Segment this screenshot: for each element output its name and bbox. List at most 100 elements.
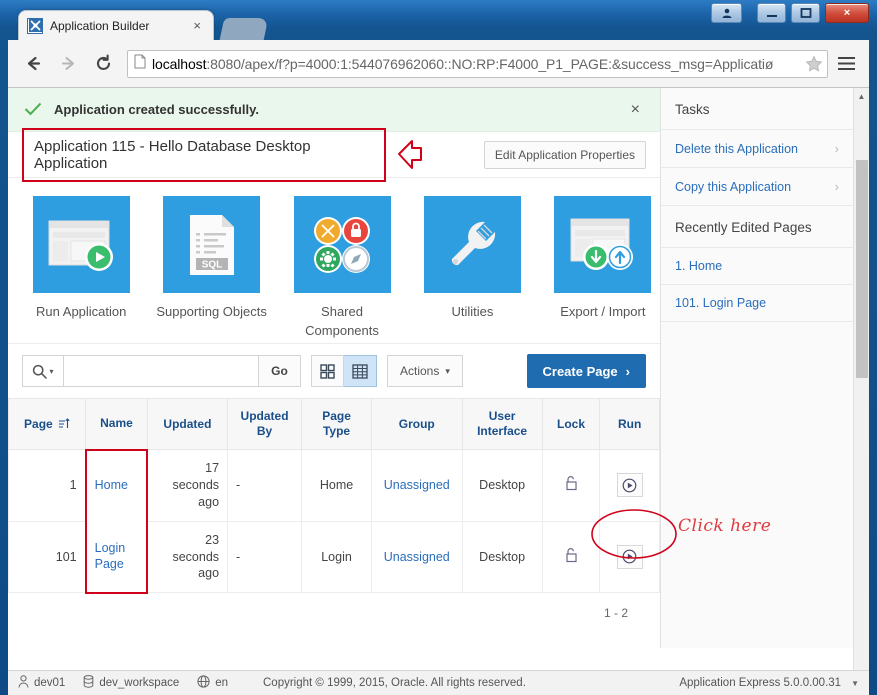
url-path: :8080/apex/f?p=4000:1:544076962060::NO:R…	[206, 55, 774, 72]
column-header-updated-by[interactable]: Updated By	[227, 398, 303, 450]
tile-run-application[interactable]: Run Application	[24, 196, 138, 333]
tile-export-import[interactable]: Export / Import	[546, 196, 660, 333]
status-footer: dev01 dev_workspace en Copyright © 1999,…	[8, 670, 869, 695]
view-toggle-group	[311, 355, 377, 387]
unlocked-padlock-icon[interactable]	[564, 547, 578, 566]
cell-lock	[541, 449, 601, 522]
column-header-user-interface[interactable]: User Interface	[461, 398, 543, 450]
footer-workspace-label: dev_workspace	[99, 677, 180, 689]
browser-navigation-bar: localhost:8080/apex/f?p=4000:1:544076962…	[8, 40, 869, 88]
report-view-button[interactable]	[344, 355, 377, 387]
page-document-icon	[134, 54, 146, 74]
sidebar-item-recent-home[interactable]: 1. Home	[661, 248, 853, 285]
column-header-run[interactable]: Run	[599, 398, 660, 450]
tasks-sidebar: Tasks Delete this Application › Copy thi…	[661, 88, 853, 648]
page-scrollbar[interactable]: ▲	[853, 88, 869, 670]
create-page-button[interactable]: Create Page ›	[526, 354, 646, 388]
cell-group: Unassigned	[371, 449, 463, 522]
tile-label: Export / Import	[560, 304, 646, 319]
footer-user: dev01	[18, 675, 65, 691]
cell-page-type: Login	[301, 520, 372, 594]
scrollbar-thumb[interactable]	[856, 160, 868, 378]
scroll-up-arrow-icon[interactable]: ▲	[854, 88, 869, 104]
cell-updated: 17 seconds ago	[146, 449, 229, 522]
column-header-group[interactable]: Group	[371, 398, 463, 450]
page-link-login-page[interactable]: Login Page	[95, 541, 126, 572]
column-header-page-type[interactable]: Page Type	[301, 398, 372, 450]
success-message: Application created successfully.	[54, 102, 259, 117]
table-row: 101 Login Page 23 seconds ago - Login Un…	[8, 520, 660, 594]
footer-language: en	[197, 675, 228, 691]
group-link[interactable]: Unassigned	[384, 478, 450, 492]
sidebar-item-delete-application[interactable]: Delete this Application ›	[661, 130, 853, 168]
unlocked-padlock-icon[interactable]	[564, 475, 578, 494]
reload-icon[interactable]	[88, 49, 118, 79]
browser-menu-icon[interactable]	[833, 49, 859, 79]
sidebar-item-copy-application[interactable]: Copy this Application ›	[661, 168, 853, 206]
sidebar-item-recent-login-page[interactable]: 101. Login Page	[661, 285, 853, 322]
column-header-name[interactable]: Name	[85, 398, 148, 450]
check-icon	[24, 100, 42, 120]
cell-user-interface: Desktop	[461, 449, 543, 522]
url-text: localhost:8080/apex/f?p=4000:1:544076962…	[152, 56, 821, 72]
tile-label: Shared Components	[305, 304, 379, 338]
click-here-annotation: Click here	[678, 516, 772, 536]
column-header-lock[interactable]: Lock	[541, 398, 601, 450]
database-icon	[83, 675, 94, 691]
new-tab-button[interactable]	[219, 18, 269, 40]
apex-logo-icon	[27, 17, 43, 34]
sidebar-item-label: 101. Login Page	[675, 296, 767, 310]
banner-close-icon[interactable]: ×	[627, 101, 644, 119]
run-page-button[interactable]	[616, 544, 643, 569]
tile-shared-components[interactable]: Shared Components	[285, 196, 399, 338]
back-icon[interactable]	[18, 49, 48, 79]
cell-lock	[541, 520, 601, 594]
edit-application-properties-button[interactable]: Edit Application Properties	[483, 141, 646, 169]
sidebar-item-label: 1. Home	[675, 259, 723, 273]
table-header-row: Page Name Updated Updated By Page Type G…	[8, 398, 660, 450]
tile-utilities[interactable]: Utilities	[415, 196, 529, 333]
tile-supporting-objects[interactable]: SQL Supporting Objects	[154, 196, 268, 333]
report-toolbar: ▾ Go Actions ▾ Create Page ›	[8, 344, 660, 398]
forward-icon	[53, 49, 83, 79]
footer-workspace: dev_workspace	[83, 675, 179, 691]
sql-document-icon: SQL	[163, 196, 261, 293]
tile-label: Supporting Objects	[156, 304, 267, 319]
tile-label: Utilities	[451, 304, 494, 319]
page-link-home[interactable]: Home	[95, 478, 128, 492]
page-viewport: Application created successfully. × Appl…	[8, 88, 869, 670]
footer-dropdown-icon[interactable]: ▼	[851, 679, 859, 688]
application-tiles: Run Application SQL Supporting Objects S…	[8, 178, 660, 344]
user-icon	[18, 675, 29, 691]
globe-icon	[197, 675, 210, 691]
column-header-page[interactable]: Page	[8, 398, 87, 450]
cell-name: Login Page	[84, 521, 149, 594]
bookmark-star-icon[interactable]	[805, 54, 823, 78]
cell-run	[599, 449, 660, 522]
url-bar[interactable]: localhost:8080/apex/f?p=4000:1:544076962…	[127, 49, 828, 78]
go-button[interactable]: Go	[259, 355, 301, 387]
search-icon[interactable]: ▾	[22, 355, 63, 387]
cell-page: 1	[8, 449, 87, 522]
search-input[interactable]	[63, 355, 259, 387]
tab-close-icon[interactable]: ×	[189, 18, 205, 33]
browser-tab-application-builder[interactable]: Application Builder ×	[18, 10, 214, 40]
cell-run	[599, 520, 660, 594]
column-header-updated[interactable]: Updated	[146, 398, 229, 450]
chevron-right-icon: ›	[834, 179, 839, 194]
actions-button[interactable]: Actions ▾	[387, 355, 463, 387]
user-account-button[interactable]	[711, 3, 742, 23]
maximize-button[interactable]	[791, 3, 820, 23]
run-page-button[interactable]	[616, 473, 643, 498]
close-button[interactable]: ×	[825, 3, 869, 23]
wrench-icon	[423, 196, 521, 293]
column-label: Page	[24, 416, 53, 431]
minimize-button[interactable]	[757, 3, 786, 23]
icon-view-button[interactable]	[311, 355, 344, 387]
export-import-icon	[554, 196, 652, 293]
chevron-down-icon: ▾	[445, 365, 450, 376]
group-link[interactable]: Unassigned	[384, 550, 450, 564]
footer-language-label: en	[215, 677, 229, 689]
run-application-icon	[32, 196, 130, 293]
sort-ascending-icon[interactable]	[59, 417, 70, 431]
